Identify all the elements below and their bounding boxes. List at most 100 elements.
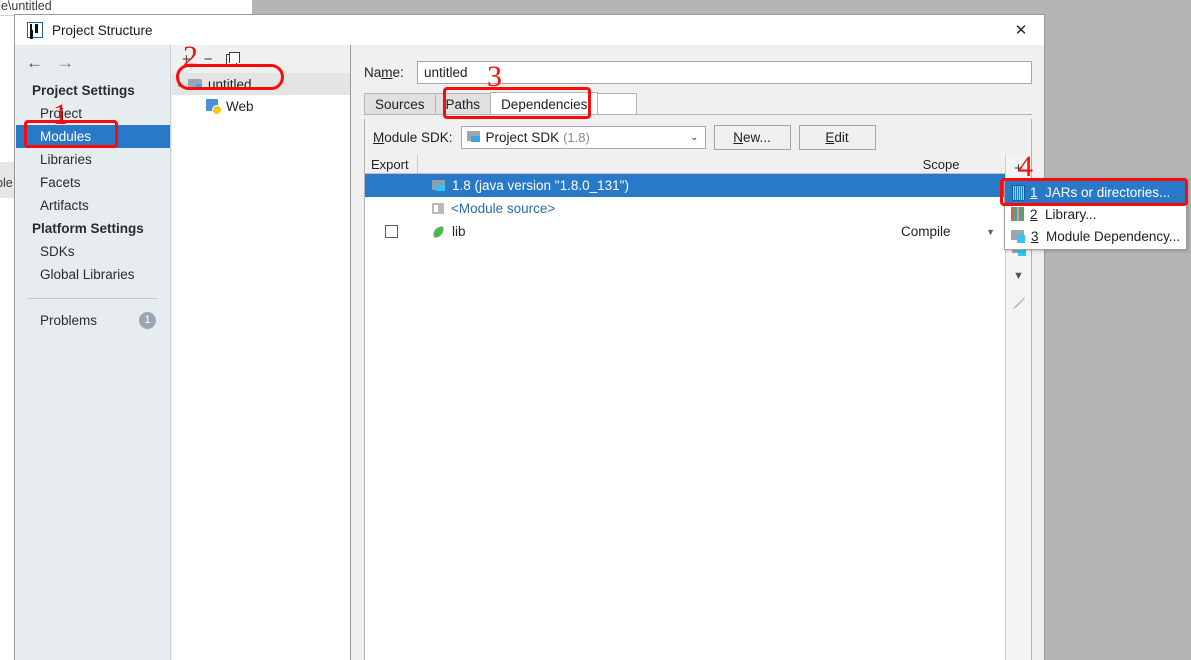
add-module-icon[interactable]: + xyxy=(182,52,191,67)
forward-arrow-icon[interactable]: → xyxy=(57,54,74,71)
edit-sdk-button[interactable]: Edit xyxy=(798,124,876,150)
background-window-title: de\untitled xyxy=(0,0,52,13)
sdk-icon xyxy=(432,179,446,192)
chevron-down-icon[interactable]: ⌄ xyxy=(690,132,698,143)
dialog-body: ← → Project Settings Project Modules Lib… xyxy=(15,45,1044,660)
module-sdk-label: Module SDK: xyxy=(373,130,453,145)
module-tree-node-untitled[interactable]: ⌄ untitled xyxy=(172,73,350,95)
name-label-mnemonic: m xyxy=(381,64,393,80)
cell-name: lib xyxy=(418,224,877,239)
sdk-label-mnemonic: M xyxy=(373,129,385,145)
tab-paths[interactable]: Paths xyxy=(434,93,492,115)
tab-dependencies[interactable]: Dependencies xyxy=(490,92,599,115)
dialog-titlebar: Project Structure ✕ xyxy=(15,15,1044,45)
sidebar-item-label: Global Libraries xyxy=(40,267,135,282)
sidebar-item-label: Project xyxy=(40,106,83,121)
close-icon[interactable]: ✕ xyxy=(998,15,1044,45)
menu-item-label: JARs or directories... xyxy=(1045,184,1171,200)
module-name-input[interactable] xyxy=(417,60,1032,84)
menu-item-library[interactable]: 2 Library... xyxy=(1005,203,1186,225)
sidebar-item-label: Facets xyxy=(40,175,81,190)
new-button-mnemonic: N xyxy=(733,129,744,145)
sidebar-nav-arrows: ← → xyxy=(16,45,170,79)
settings-sidebar: ← → Project Settings Project Modules Lib… xyxy=(16,45,171,660)
dependencies-panel: Module SDK: Project SDK (1.8) ⌄ New... E… xyxy=(364,119,1032,660)
module-tree-node-label: Web xyxy=(226,98,254,114)
add-dependency-popup-menu: 1 JARs or directories... 2 Library... 3 … xyxy=(1004,178,1187,250)
export-checkbox[interactable] xyxy=(385,225,398,238)
copy-module-icon[interactable] xyxy=(225,51,240,66)
dependency-name: 1.8 (java version "1.8.0_131") xyxy=(452,178,629,193)
name-label-pre: Na xyxy=(364,64,382,80)
tab-label: Paths xyxy=(445,97,481,112)
sidebar-item-problems[interactable]: Problems 1 xyxy=(16,309,170,332)
dependencies-table-wrap: Export Scope 1.8 (java version "1.8.0_13… xyxy=(365,155,1031,660)
move-down-icon[interactable]: ▼ xyxy=(1008,265,1030,287)
sidebar-item-artifacts[interactable]: Artifacts xyxy=(16,194,170,217)
web-facet-icon xyxy=(206,99,222,115)
tab-strip-filler xyxy=(597,93,638,115)
chevron-down-icon[interactable]: ⌄ xyxy=(172,79,188,90)
problems-count-badge: 1 xyxy=(139,312,156,329)
sidebar-item-global-libraries[interactable]: Global Libraries xyxy=(16,263,170,286)
module-name-label: Name: xyxy=(364,65,417,80)
name-label-post: e: xyxy=(392,64,404,80)
sidebar-item-label: Problems xyxy=(40,313,98,328)
menu-item-jars-or-directories[interactable]: 1 JARs or directories... xyxy=(1005,181,1186,203)
chevron-down-glyph: ▼ xyxy=(1013,270,1024,282)
module-tabs: Sources Paths Dependencies xyxy=(364,91,1044,115)
edit-button-label: dit xyxy=(834,129,849,145)
remove-module-icon[interactable]: − xyxy=(204,52,213,67)
dependency-scope: Compile xyxy=(901,224,951,239)
new-sdk-button[interactable]: New... xyxy=(713,124,791,150)
module-sdk-version: (1.8) xyxy=(563,129,590,145)
sdk-icon xyxy=(466,131,481,143)
tab-sources[interactable]: Sources xyxy=(364,93,436,115)
module-tree-panel: + − ⌄ untitled Web xyxy=(172,45,351,660)
menu-item-label: Module Dependency... xyxy=(1046,228,1181,244)
new-button-label: ew... xyxy=(743,129,771,145)
sidebar-item-label: Modules xyxy=(40,129,92,144)
menu-item-module-dependency[interactable]: 3 Module Dependency... xyxy=(1005,225,1186,247)
cell-export xyxy=(365,225,418,238)
sidebar-item-label: SDKs xyxy=(40,244,75,259)
edit-button-mnemonic: E xyxy=(825,129,835,145)
tab-strip-underline xyxy=(364,114,1032,115)
cell-name: <Module source> xyxy=(418,201,877,216)
sidebar-item-project[interactable]: Project xyxy=(16,102,170,125)
module-tree-toolbar: + − xyxy=(172,45,350,73)
column-header-name[interactable] xyxy=(418,155,877,173)
sidebar-item-libraries[interactable]: Libraries xyxy=(16,148,170,171)
table-header-row: Export Scope xyxy=(365,155,1005,174)
module-tree-node-web[interactable]: Web xyxy=(172,95,350,117)
add-dependency-icon[interactable]: + xyxy=(1008,157,1030,179)
project-structure-dialog: Project Structure ✕ ← → Project Settings… xyxy=(14,14,1045,660)
table-row[interactable]: <Module source> xyxy=(365,197,1005,220)
chevron-down-icon[interactable]: ▼ xyxy=(986,227,995,237)
table-row[interactable]: lib Compile ▼ xyxy=(365,220,1005,243)
sidebar-section-project-settings: Project Settings xyxy=(32,83,135,98)
sdk-label-post: odule SDK: xyxy=(384,129,453,145)
sidebar-divider xyxy=(28,298,158,299)
cell-scope[interactable]: Compile ▼ xyxy=(877,224,1005,239)
dependencies-table: Export Scope 1.8 (java version "1.8.0_13… xyxy=(365,155,1005,660)
table-row[interactable]: 1.8 (java version "1.8.0_131") xyxy=(365,174,1005,197)
sidebar-item-label: Artifacts xyxy=(40,198,89,213)
screen: de\untitled ble Project Structure ✕ ← → … xyxy=(0,0,1191,660)
column-header-export[interactable]: Export xyxy=(365,155,418,173)
sidebar-item-sdks[interactable]: SDKs xyxy=(16,240,170,263)
sidebar-item-label: Libraries xyxy=(40,152,92,167)
sidebar-item-facets[interactable]: Facets xyxy=(16,171,170,194)
menu-item-mnemonic: 3 xyxy=(1031,228,1039,244)
edit-pencil-icon[interactable] xyxy=(1008,292,1030,314)
plus-glyph: + xyxy=(1014,159,1023,177)
column-header-scope[interactable]: Scope xyxy=(877,155,1005,173)
sidebar-item-modules[interactable]: Modules xyxy=(16,125,170,148)
sidebar-section-platform-settings: Platform Settings xyxy=(32,221,144,236)
module-sdk-value: Project SDK xyxy=(485,129,560,145)
dependency-name: lib xyxy=(452,224,466,239)
module-sdk-combo[interactable]: Project SDK (1.8) ⌄ xyxy=(460,125,706,149)
module-name-row: Name: xyxy=(364,57,1032,87)
back-arrow-icon[interactable]: ← xyxy=(26,54,43,71)
menu-item-mnemonic: 2 xyxy=(1030,206,1038,222)
